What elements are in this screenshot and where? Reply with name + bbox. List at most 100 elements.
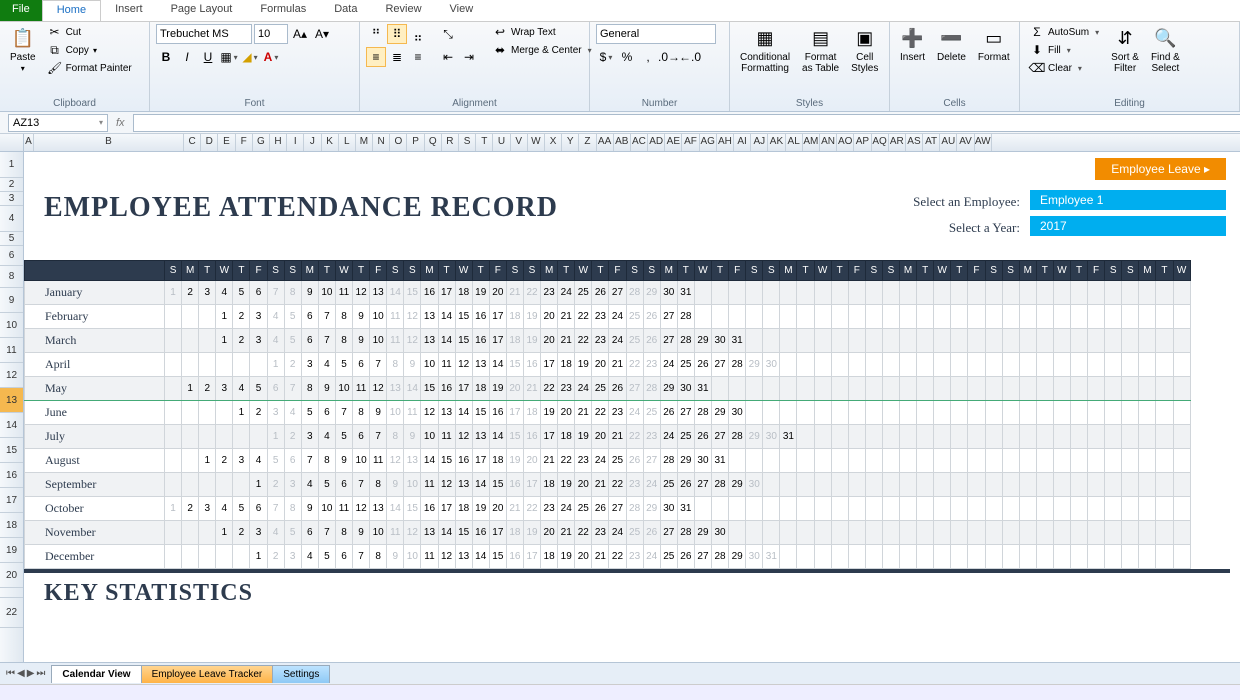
cal-cell[interactable]: [917, 521, 934, 545]
cal-cell[interactable]: 10: [335, 377, 352, 401]
cal-cell[interactable]: [165, 377, 182, 401]
cal-cell[interactable]: [1002, 425, 1019, 449]
cal-cell[interactable]: [865, 353, 882, 377]
cal-cell[interactable]: [763, 401, 780, 425]
cal-cell[interactable]: [1036, 521, 1053, 545]
cal-cell[interactable]: 21: [506, 497, 523, 521]
cal-cell[interactable]: 2: [182, 497, 199, 521]
cal-cell[interactable]: 14: [438, 521, 455, 545]
cal-cell[interactable]: 26: [660, 401, 677, 425]
cal-cell[interactable]: 9: [301, 281, 318, 305]
cal-cell[interactable]: 10: [404, 473, 421, 497]
cal-cell[interactable]: [831, 353, 848, 377]
cal-cell[interactable]: [780, 473, 797, 497]
menu-tab-data[interactable]: Data: [320, 0, 371, 21]
cal-cell[interactable]: [848, 353, 865, 377]
cal-cell[interactable]: 17: [489, 305, 506, 329]
cal-cell[interactable]: [1070, 449, 1087, 473]
cal-cell[interactable]: 5: [250, 377, 267, 401]
cal-cell[interactable]: 22: [558, 449, 575, 473]
cal-cell[interactable]: 7: [335, 401, 352, 425]
cal-cell[interactable]: [1002, 305, 1019, 329]
currency-button[interactable]: $: [596, 47, 616, 67]
cal-cell[interactable]: 5: [318, 473, 335, 497]
cal-cell[interactable]: 9: [318, 377, 335, 401]
cal-cell[interactable]: [968, 353, 985, 377]
cal-cell[interactable]: [934, 545, 951, 569]
cal-cell[interactable]: [165, 305, 182, 329]
cal-cell[interactable]: 26: [592, 281, 609, 305]
cal-cell[interactable]: [831, 497, 848, 521]
cal-cell[interactable]: [831, 449, 848, 473]
cal-cell[interactable]: 19: [575, 353, 592, 377]
cal-cell[interactable]: 8: [387, 353, 404, 377]
cal-cell[interactable]: [848, 473, 865, 497]
cal-cell[interactable]: [1053, 305, 1070, 329]
cal-cell[interactable]: 7: [370, 353, 387, 377]
column-header-N[interactable]: N: [373, 134, 390, 151]
cal-cell[interactable]: [746, 329, 763, 353]
column-header-AW[interactable]: AW: [975, 134, 992, 151]
cal-cell[interactable]: 23: [541, 497, 558, 521]
cal-cell[interactable]: 30: [660, 281, 677, 305]
cal-cell[interactable]: 19: [558, 473, 575, 497]
cal-cell[interactable]: [882, 473, 899, 497]
cal-cell[interactable]: 10: [370, 329, 387, 353]
cal-cell[interactable]: [1156, 521, 1173, 545]
cal-cell[interactable]: [729, 377, 746, 401]
align-top-button[interactable]: ⠛: [366, 24, 386, 44]
cal-cell[interactable]: [182, 425, 199, 449]
column-header-AL[interactable]: AL: [786, 134, 803, 151]
column-header-AP[interactable]: AP: [854, 134, 871, 151]
column-header-X[interactable]: X: [545, 134, 562, 151]
cal-cell[interactable]: 1: [165, 281, 182, 305]
cal-cell[interactable]: [1139, 305, 1156, 329]
cal-cell[interactable]: [797, 425, 814, 449]
cal-cell[interactable]: 9: [335, 449, 352, 473]
cal-cell[interactable]: 2: [233, 521, 250, 545]
cal-cell[interactable]: [865, 305, 882, 329]
cal-cell[interactable]: [1019, 281, 1036, 305]
cal-cell[interactable]: 25: [660, 473, 677, 497]
cal-cell[interactable]: [199, 353, 216, 377]
cal-cell[interactable]: 14: [472, 545, 489, 569]
cal-cell[interactable]: 17: [523, 545, 540, 569]
decrease-decimal-button[interactable]: ←.0: [680, 47, 700, 67]
cal-cell[interactable]: [934, 401, 951, 425]
select-employee-box[interactable]: Employee 1: [1030, 190, 1226, 210]
cal-cell[interactable]: 12: [438, 473, 455, 497]
cal-cell[interactable]: [1036, 377, 1053, 401]
cal-cell[interactable]: 31: [677, 281, 694, 305]
cal-cell[interactable]: 28: [643, 377, 660, 401]
cal-cell[interactable]: 24: [609, 305, 626, 329]
cal-cell[interactable]: [1019, 545, 1036, 569]
cal-cell[interactable]: [182, 329, 199, 353]
cal-cell[interactable]: 28: [729, 353, 746, 377]
cal-cell[interactable]: [865, 329, 882, 353]
cal-cell[interactable]: [814, 497, 831, 521]
cal-cell[interactable]: [848, 305, 865, 329]
cal-cell[interactable]: [831, 401, 848, 425]
cal-cell[interactable]: [1173, 305, 1190, 329]
cal-cell[interactable]: 30: [729, 401, 746, 425]
cal-cell[interactable]: [1053, 401, 1070, 425]
align-center-button[interactable]: ≣: [387, 47, 407, 67]
cal-cell[interactable]: [1036, 497, 1053, 521]
cal-cell[interactable]: 26: [643, 305, 660, 329]
cal-cell[interactable]: [1156, 449, 1173, 473]
cal-cell[interactable]: [746, 401, 763, 425]
cal-cell[interactable]: 26: [677, 545, 694, 569]
cal-cell[interactable]: 19: [575, 425, 592, 449]
cal-cell[interactable]: 25: [626, 521, 643, 545]
cal-cell[interactable]: [865, 377, 882, 401]
cal-cell[interactable]: 3: [250, 305, 267, 329]
cal-cell[interactable]: 18: [455, 497, 472, 521]
cal-cell[interactable]: 19: [558, 545, 575, 569]
cal-cell[interactable]: [1053, 473, 1070, 497]
cal-cell[interactable]: 23: [592, 305, 609, 329]
cal-cell[interactable]: 25: [626, 305, 643, 329]
cal-cell[interactable]: 29: [729, 545, 746, 569]
cal-cell[interactable]: 20: [489, 281, 506, 305]
cal-cell[interactable]: [199, 473, 216, 497]
cal-cell[interactable]: 24: [660, 425, 677, 449]
